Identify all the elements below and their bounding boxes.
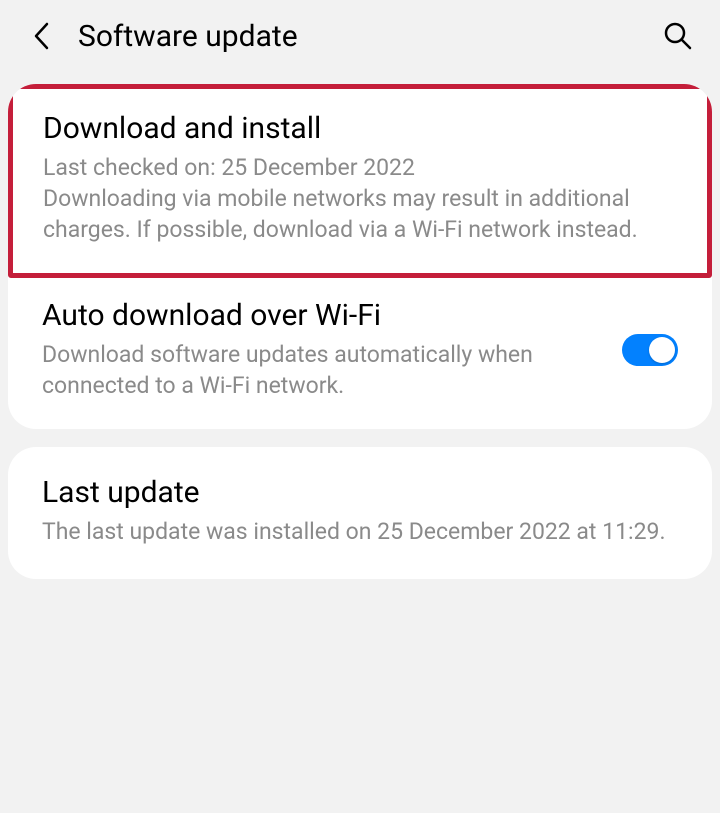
page-title: Software update	[78, 19, 660, 54]
last-update-item[interactable]: Last update The last update was installe…	[8, 447, 712, 579]
settings-card-2: Last update The last update was installe…	[8, 447, 712, 579]
chevron-left-icon	[32, 21, 52, 51]
toggle-knob	[649, 337, 675, 363]
auto-download-title: Auto download over Wi-Fi	[42, 298, 602, 333]
auto-download-toggle[interactable]	[622, 334, 678, 366]
auto-download-subtitle: Download software updates automatically …	[42, 339, 602, 401]
auto-download-item[interactable]: Auto download over Wi-Fi Download softwa…	[8, 278, 712, 429]
download-install-item[interactable]: Download and install Last checked on: 25…	[8, 84, 712, 278]
download-install-title: Download and install	[43, 111, 677, 146]
download-install-subtitle: Last checked on: 25 December 2022 Downlo…	[43, 152, 677, 245]
auto-download-text: Auto download over Wi-Fi Download softwa…	[42, 298, 602, 401]
back-button[interactable]	[24, 18, 60, 54]
settings-card-container: Download and install Last checked on: 25…	[0, 84, 720, 579]
header-bar: Software update	[0, 0, 720, 72]
search-button[interactable]	[660, 18, 696, 54]
search-icon	[663, 21, 693, 51]
last-update-subtitle: The last update was installed on 25 Dece…	[42, 516, 678, 547]
last-update-title: Last update	[42, 475, 678, 510]
settings-card-1: Download and install Last checked on: 25…	[8, 84, 712, 429]
